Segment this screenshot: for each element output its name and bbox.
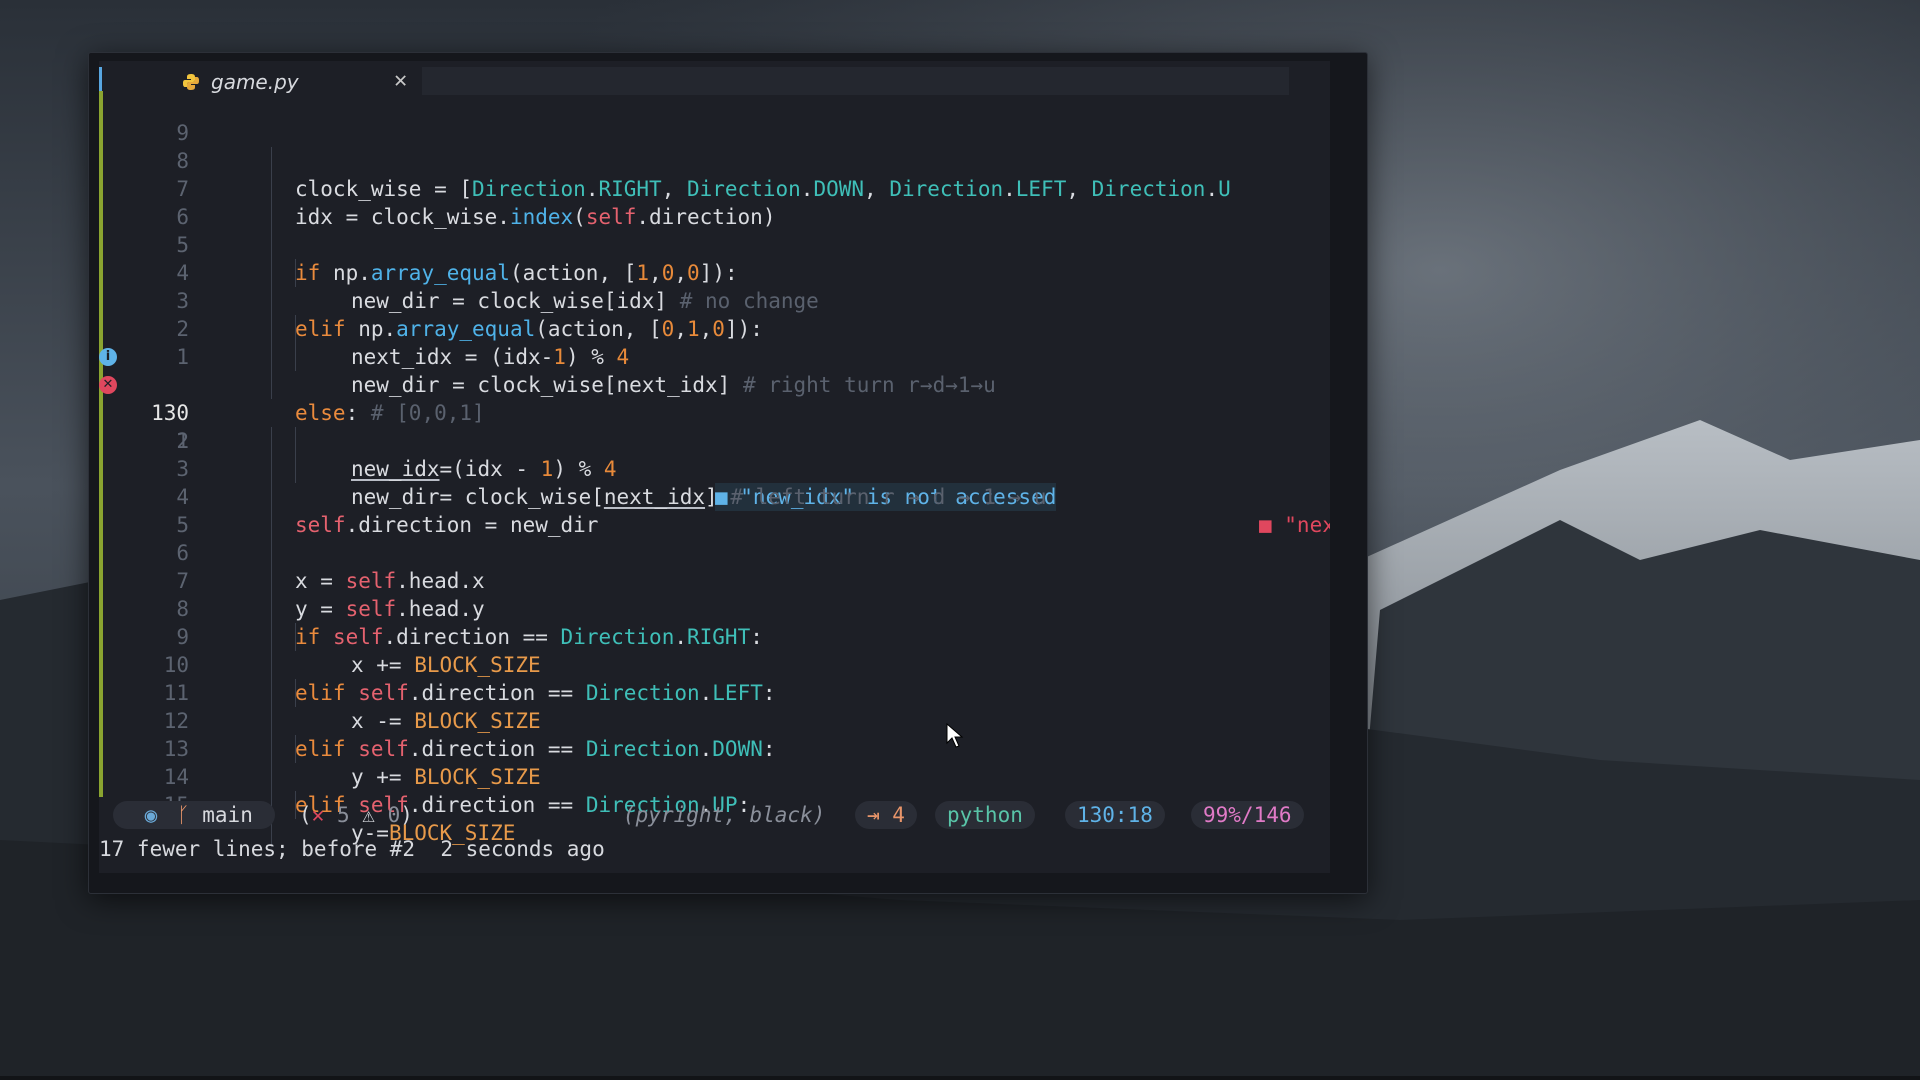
- git-branch[interactable]: ᚴ main: [165, 801, 275, 829]
- error-count: 5: [336, 803, 350, 827]
- command-message: 17 fewer lines; before #2 2 seconds ago: [99, 837, 605, 861]
- file-progress: 99%/146: [1191, 801, 1304, 829]
- editor-window: ✖ game.py ✕ 9 clock_wise = [Direction.RI…: [88, 52, 1368, 894]
- code-line: 8 x += BLOCK_SIZE: [176, 597, 541, 677]
- error-count-icon: ✕: [311, 803, 325, 827]
- indent-setting[interactable]: ⇥ 4: [855, 801, 917, 829]
- code-line: 7: [99, 147, 1330, 231]
- python-icon: [183, 74, 199, 90]
- code-line: 5 x = self.head.x: [176, 513, 485, 593]
- diagnostics-summary[interactable]: (✕ 5 ⚠ 0): [299, 799, 413, 831]
- error-icon[interactable]: ✕: [99, 376, 117, 394]
- code-line: 8 idx = clock_wise.index(self.direction): [176, 149, 776, 229]
- git-branch-icon: ᚴ: [177, 803, 190, 827]
- code-line: 9 clock_wise = [Direction.RIGHT, Directi…: [176, 121, 1231, 201]
- cursor-position: 130:18: [1065, 801, 1165, 829]
- filetype[interactable]: python: [935, 801, 1035, 829]
- code-area[interactable]: 9 clock_wise = [Direction.RIGHT, Directi…: [99, 91, 1330, 847]
- code-line: 13 elif self.direction == Direction.UP:: [163, 737, 751, 817]
- code-line: 3 self.direction = new_dir: [176, 457, 599, 537]
- code-line: 5 new_dir = clock_wise[idx] # no change: [176, 233, 819, 313]
- editor-pane[interactable]: game.py ✕ 9 clock_wise = [Direction.RIGH…: [99, 61, 1330, 873]
- code-line: 15: [99, 763, 1330, 847]
- info-icon[interactable]: i: [99, 348, 117, 366]
- statusline: ◉ ᚴ main (✕ 5 ⚠ 0) (pyright, black) ⇥ 4 …: [99, 799, 1330, 831]
- lsp-clients: (pyright, black): [623, 803, 826, 827]
- code-line: 14 y-=BLOCK_SIZE: [163, 765, 516, 845]
- code-line: ✕ 1 new_dir= clock_wise[next_idx] # left…: [99, 371, 1330, 537]
- code-line: 2 new_dir = clock_wise[next_idx] # right…: [176, 317, 996, 397]
- code-line: 4: [99, 455, 1330, 539]
- code-line-current: i 130 new_idx=(idx - 1) % 4 ■ "new_idx" …: [99, 343, 1330, 511]
- mouse-pointer-icon: [946, 723, 964, 748]
- code-line: 2: [99, 399, 1330, 483]
- code-line: 11 elif self.direction == Direction.DOWN…: [163, 681, 776, 761]
- warning-count: 0: [387, 803, 401, 827]
- code-line: 6 if np.array_equal(action, [1,0,0]):: [176, 205, 738, 285]
- branch-name: main: [202, 803, 253, 827]
- code-line: 9 elif self.direction == Direction.LEFT:: [176, 625, 776, 705]
- code-line: 1 else: # [0,0,1]: [176, 345, 485, 425]
- tab-close-button[interactable]: ✕: [394, 68, 407, 93]
- code-line: 3 next_idx = (idx-1) % 4: [176, 289, 630, 369]
- warning-count-icon: ⚠: [362, 803, 375, 827]
- code-line: 10 x -= BLOCK_SIZE: [163, 653, 541, 733]
- code-line: 6 y = self.head.y: [176, 541, 485, 621]
- code-line: 7 if self.direction == Direction.RIGHT:: [176, 569, 763, 649]
- code-line: 4 elif np.array_equal(action, [0,1,0]):: [176, 261, 763, 341]
- code-line: 12 y += BLOCK_SIZE: [163, 709, 541, 789]
